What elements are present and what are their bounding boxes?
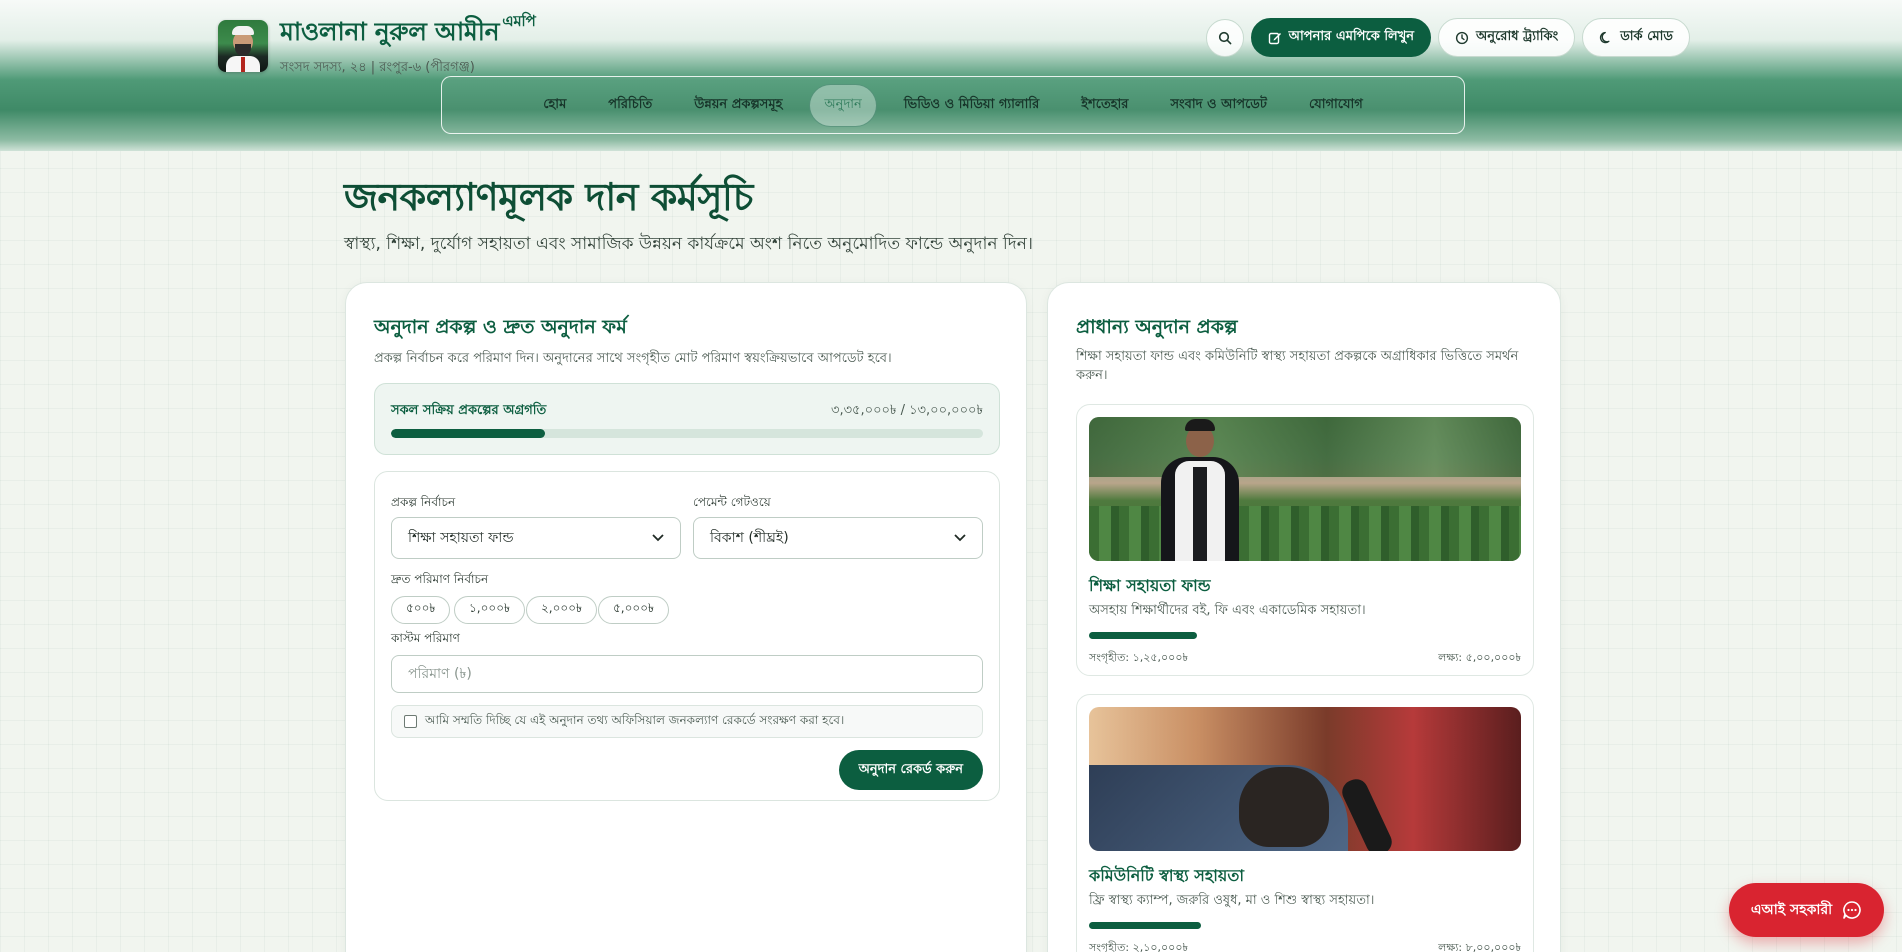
project-title: কমিউনিটি স্বাস্থ্য সহায়তা xyxy=(1089,866,1244,885)
project-target: লক্ষ্য: ৮,০০,০০০৳ xyxy=(1438,941,1521,952)
page-subtitle: স্বাস্থ্য, শিক্ষা, দুর্যোগ সহায়তা এবং স… xyxy=(344,234,1033,254)
chat-icon xyxy=(1843,901,1861,919)
nav-item-news[interactable]: সংবাদ ও আপডেট xyxy=(1155,84,1282,127)
consent-row: আমি সম্মতি দিচ্ছি যে এই অনুদান তথ্য অফিস… xyxy=(391,705,983,738)
gateway-select-value: বিকাশ (শীঘ্রই) xyxy=(710,530,789,546)
donation-form-title: অনুদান প্রকল্প ও দ্রুত অনুদান ফর্ম xyxy=(374,316,627,338)
nav-item-about[interactable]: পরিচিতি xyxy=(593,84,667,127)
quick-amount-label: দ্রুত পরিমাণ নির্বাচন xyxy=(391,572,489,586)
project-raised: সংগৃহীত: ১,২৫,০০০৳ xyxy=(1089,651,1188,664)
project-image xyxy=(1089,707,1521,851)
consent-text: আমি সম্মতি দিচ্ছি যে এই অনুদান তথ্য অফিস… xyxy=(425,712,845,727)
main-nav: হোম পরিচিতি উন্নয়ন প্রকল্পসমূহ অনুদান ভ… xyxy=(441,76,1465,134)
quick-amount-chip[interactable]: ৫০০৳ xyxy=(391,596,451,624)
mp-name: মাওলানা নুরুল আমীন এমপি xyxy=(280,12,536,46)
project-card-education[interactable]: শিক্ষা সহায়তা ফান্ড অসহায় শিক্ষার্থীদে… xyxy=(1076,404,1534,676)
nav-item-manifesto[interactable]: ইশতেহার xyxy=(1066,84,1143,127)
dark-mode-label: ডার্ক মোড xyxy=(1620,29,1673,44)
donation-form: প্রকল্প নির্বাচন শিক্ষা সহায়তা ফান্ড পে… xyxy=(374,471,1000,801)
project-description: অসহায় শিক্ষার্থীদের বই, ফি এবং একাডেমিক… xyxy=(1089,603,1366,618)
moon-icon xyxy=(1600,31,1610,43)
quick-amount-chip[interactable]: ৫,০০০৳ xyxy=(598,596,669,624)
nav-item-home[interactable]: হোম xyxy=(528,84,581,127)
gateway-select[interactable]: বিকাশ (শীঘ্রই) xyxy=(693,517,983,559)
project-progress-bar xyxy=(1089,632,1197,639)
priority-projects-title: প্রাধান্য অনুদান প্রকল্প xyxy=(1076,316,1238,338)
site-header: মাওলানা নুরুল আমীন এমপি সংসদ সদস্য, ২৪ | … xyxy=(0,0,1902,151)
project-target: লক্ষ্য: ৫,০০,০০০৳ xyxy=(1438,651,1521,664)
request-tracking-button[interactable]: অনুরোধ ট্র্যাকিং xyxy=(1438,18,1576,57)
write-to-mp-button[interactable]: আপনার এমপিকে লিখুন xyxy=(1250,18,1432,57)
project-description: ফ্রি স্বাস্থ্য ক্যাম্প, জরুরি ওষুধ, মা ও… xyxy=(1089,893,1375,908)
search-button[interactable] xyxy=(1205,18,1244,57)
mp-avatar xyxy=(218,19,268,72)
priority-projects-description: শিক্ষা সহায়তা ফান্ড এবং কমিউনিটি স্বাস্… xyxy=(1076,349,1519,383)
project-select[interactable]: শিক্ষা সহায়তা ফান্ড xyxy=(391,517,681,559)
nav-item-donation[interactable]: অনুদান xyxy=(809,83,877,127)
overall-progress-fill xyxy=(391,429,545,438)
priority-projects-card: প্রাধান্য অনুদান প্রকল্প শিক্ষা সহায়তা … xyxy=(1047,282,1561,952)
mp-name-suffix: এমপি xyxy=(502,12,536,30)
record-donation-button[interactable]: অনুদান রেকর্ড করুন xyxy=(838,750,983,790)
donation-form-card: অনুদান প্রকল্প ও দ্রুত অনুদান ফর্ম প্রকল… xyxy=(345,282,1027,952)
write-to-mp-label: আপনার এমপিকে লিখুন xyxy=(1288,29,1415,44)
overall-progress-label: সকল সক্রিয় প্রকল্পের অগ্রগতি xyxy=(391,403,547,418)
project-image xyxy=(1089,417,1521,561)
quick-amount-chip[interactable]: ২,০০০৳ xyxy=(526,596,598,624)
custom-amount-label: কাস্টম পরিমাণ xyxy=(391,631,460,645)
quick-amount-chip[interactable]: ১,০০০৳ xyxy=(454,596,525,624)
clock-icon xyxy=(1455,31,1469,44)
page-title: জনকল্যাণমূলক দান কর্মসূচি xyxy=(344,174,753,219)
ai-assistant-label: এআই সহকারী xyxy=(1750,902,1833,918)
custom-amount-input[interactable]: পরিমাণ (৳) xyxy=(391,655,983,693)
top-actions: আপনার এমপিকে লিখুন অনুরোধ ট্র্যাকিং ডার্… xyxy=(1205,18,1690,57)
nav-item-projects[interactable]: উন্নয়ন প্রকল্পসমূহ xyxy=(679,84,797,127)
search-icon xyxy=(1218,31,1232,44)
project-card-health[interactable]: কমিউনিটি স্বাস্থ্য সহায়তা ফ্রি স্বাস্থ্… xyxy=(1076,694,1534,952)
project-raised: সংগৃহীত: ২,১০,০০০৳ xyxy=(1089,941,1188,952)
chevron-down-icon xyxy=(652,534,664,542)
chevron-down-icon xyxy=(954,534,966,542)
gateway-select-label: পেমেন্ট গেটওয়ে xyxy=(693,495,771,509)
dark-mode-button[interactable]: ডার্ক মোড xyxy=(1582,18,1690,57)
overall-progress-track xyxy=(391,429,983,438)
brand[interactable]: মাওলানা নুরুল আমীন এমপি সংসদ সদস্য, ২৪ | … xyxy=(218,12,536,79)
request-tracking-label: অনুরোধ ট্র্যাকিং xyxy=(1476,29,1559,44)
overall-progress: সকল সক্রিয় প্রকল্পের অগ্রগতি ৩,৩৫,০০০৳ … xyxy=(374,383,1000,455)
ai-assistant-button[interactable]: এআই সহকারী xyxy=(1729,883,1884,937)
nav-item-contact[interactable]: যোগাযোগ xyxy=(1294,84,1378,127)
project-select-value: শিক্ষা সহায়তা ফান্ড xyxy=(408,530,514,546)
edit-icon xyxy=(1268,32,1281,44)
donation-form-description: প্রকল্প নির্বাচন করে পরিমাণ দিন। অনুদানে… xyxy=(374,351,892,366)
consent-checkbox[interactable] xyxy=(404,715,417,728)
nav-item-media[interactable]: ভিডিও ও মিডিয়া গ্যালারি xyxy=(889,84,1054,127)
project-select-label: প্রকল্প নির্বাচন xyxy=(391,495,456,509)
overall-progress-amount: ৩,৩৫,০০০৳ / ১৩,০০,০০০৳ xyxy=(831,403,983,418)
project-progress-bar xyxy=(1089,922,1201,929)
project-title: শিক্ষা সহায়তা ফান্ড xyxy=(1089,576,1211,595)
